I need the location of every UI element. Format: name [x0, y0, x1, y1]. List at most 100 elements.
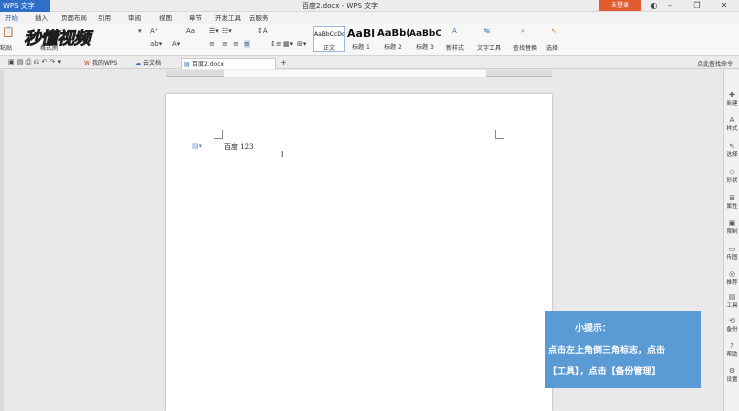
text-highlight-icon[interactable]: ab▾: [150, 40, 162, 48]
pane-backup-label: 备份: [726, 327, 738, 333]
menu-page-layout[interactable]: 页面布局: [61, 12, 87, 24]
menu-developer[interactable]: 开发工具: [215, 12, 241, 24]
tab-my-wps-label: 我的WPS: [92, 60, 118, 67]
font-color-icon[interactable]: A▾: [172, 40, 180, 48]
bullets-icon[interactable]: ☰▾: [209, 27, 219, 35]
pane-select[interactable]: ⇖ 选择: [724, 142, 739, 158]
recommend-icon: ◎: [728, 270, 736, 278]
select-pane-icon: ⇖: [729, 142, 735, 150]
pane-upload-image[interactable]: ▭ 传图: [724, 245, 739, 261]
numbering-icon[interactable]: ☷▾: [222, 27, 232, 35]
text-cursor-icon: I: [281, 150, 284, 159]
tab-cloud-docs[interactable]: ☁ 云文档: [133, 58, 161, 69]
align-center-icon[interactable]: ≡: [222, 40, 228, 48]
shapes-icon: ◇: [729, 168, 735, 176]
new-tab-icon[interactable]: +: [280, 58, 287, 67]
borders-icon[interactable]: ⊞▾: [297, 40, 306, 48]
right-task-pane: ✚ 新建 A 样式 ⇖ 选择 ◇ 形状 ≣ 属性 ▣ 限制 ▭ 传图 ◎ 推荐 ▤ 工具 ⟲ 备份 …: [723, 70, 739, 411]
close-icon[interactable]: ✕: [717, 0, 731, 12]
backup-icon: ⟲: [729, 317, 735, 325]
restore-icon[interactable]: ❐: [690, 0, 704, 12]
sort-icon[interactable]: ↕A: [257, 27, 268, 35]
pane-new-label: 新建: [726, 101, 738, 107]
pane-properties[interactable]: ≣ 属性: [724, 194, 739, 210]
login-button[interactable]: 未登录: [599, 0, 641, 11]
pane-restrict[interactable]: ▣ 限制: [724, 219, 739, 235]
menu-cloud[interactable]: 云服务: [249, 12, 269, 24]
menu-review[interactable]: 审阅: [128, 12, 141, 24]
style-heading-2[interactable]: AaBb( 标题 2: [377, 26, 409, 52]
grow-font-icon[interactable]: A⁺: [150, 27, 158, 35]
margin-corner-top-right: [495, 130, 504, 139]
style-normal[interactable]: AaBbCcDd 正文: [313, 26, 345, 52]
doc-icon: ▤: [184, 61, 190, 68]
pane-backup[interactable]: ⟲ 备份: [724, 317, 739, 333]
paste-icon[interactable]: 📋: [2, 27, 14, 38]
tip-line-1: 点击左上角倒三角标志，点击: [548, 346, 666, 356]
minimize-icon[interactable]: –: [663, 0, 677, 12]
new-style-icon[interactable]: A: [452, 27, 457, 35]
select-button[interactable]: 选择: [546, 43, 558, 52]
pane-shapes[interactable]: ◇ 形状: [724, 168, 739, 184]
find-replace-button[interactable]: 查找替换: [513, 43, 537, 52]
cloud-icon: ☁: [135, 60, 141, 67]
new-style-button[interactable]: 新样式: [446, 43, 464, 52]
pane-upload-label: 传图: [726, 255, 738, 261]
watermark-logo: 秒懂视频: [24, 29, 91, 50]
style-caption: 标题 2: [384, 44, 402, 51]
menu-view[interactable]: 视图: [159, 12, 172, 24]
menu-chapter[interactable]: 章节: [189, 12, 202, 24]
title-bar: WPS 文字 百度2.docx - WPS 文字 未登录 ◐ – ❐ ✕: [0, 0, 739, 12]
quick-access-icons[interactable]: ▣ ▤ ⎙ ⎌ ↶ ↷ ▾: [8, 58, 61, 67]
style-heading-3[interactable]: AaBbC 标题 3: [409, 26, 441, 52]
new-icon: ✚: [729, 91, 735, 99]
tip-line-2: 【工具】，点击【备份管理】: [548, 367, 661, 377]
find-replace-icon[interactable]: ⌕: [521, 27, 525, 36]
ribbon: 📋 粘贴 格式刷 ▾ A⁺ ab▾ A▾ Aa ☰▾ ☷▾ ≡ ≡ ≡ ≡ ↕A…: [0, 24, 739, 56]
pane-styles-label: 样式: [726, 126, 738, 132]
pane-new[interactable]: ✚ 新建: [724, 91, 739, 107]
skin-icon[interactable]: ◐: [647, 0, 661, 12]
vertical-ruler: [0, 70, 4, 411]
justify-icon[interactable]: ≡: [244, 40, 250, 48]
wps-icon: W: [84, 60, 90, 67]
pane-select-label: 选择: [726, 152, 738, 158]
pane-styles[interactable]: A 样式: [724, 116, 739, 132]
style-sample: AaBbC: [409, 29, 441, 39]
text-tools-icon[interactable]: ↹: [484, 27, 490, 35]
paste-button[interactable]: 粘贴: [0, 43, 12, 52]
pane-help-label: 帮助: [726, 352, 738, 358]
align-left-icon[interactable]: ≡: [209, 40, 215, 48]
window-title: 百度2.docx - WPS 文字: [302, 2, 379, 10]
document-text[interactable]: 百度 123: [224, 142, 254, 152]
styles-icon: A: [729, 116, 735, 124]
menu-references[interactable]: 引用: [98, 12, 111, 24]
tab-my-wps[interactable]: W 我的WPS: [82, 58, 117, 69]
pane-properties-label: 属性: [726, 204, 738, 210]
tip-box: 小提示： 点击左上角倒三角标志，点击 【工具】，点击【备份管理】: [545, 311, 701, 388]
select-icon[interactable]: ⇖: [551, 27, 557, 35]
pane-recommend[interactable]: ◎ 推荐: [724, 270, 739, 286]
app-menu-button[interactable]: WPS 文字: [0, 0, 50, 12]
ruler-text-area[interactable]: [224, 70, 486, 77]
restrict-icon: ▣: [728, 219, 736, 227]
tab-current-document[interactable]: ▤ 百度2.docx: [181, 58, 276, 69]
font-size-dropdown[interactable]: ▾: [138, 27, 142, 35]
command-search-hint[interactable]: 点此查找命令: [697, 59, 733, 68]
pane-tools[interactable]: ▤ 工具: [724, 293, 739, 309]
change-case-icon[interactable]: Aa: [186, 27, 195, 35]
tab-cloud-docs-label: 云文档: [143, 60, 162, 67]
pane-settings[interactable]: ⚙ 设置: [724, 367, 739, 383]
text-tools-button[interactable]: 文字工具: [477, 43, 501, 52]
pane-help[interactable]: ? 帮助: [724, 342, 739, 358]
style-heading-1[interactable]: AaBl 标题 1: [345, 26, 377, 52]
shading-icon[interactable]: ▦▾: [283, 40, 293, 48]
pane-restrict-label: 限制: [726, 229, 738, 235]
gear-icon: ⚙: [728, 367, 736, 375]
menu-insert[interactable]: 插入: [35, 12, 48, 24]
help-icon: ?: [730, 342, 734, 350]
tab-current-label: 百度2.docx: [192, 61, 225, 68]
paragraph-layout-icon[interactable]: ▤▾: [192, 142, 202, 150]
align-right-icon[interactable]: ≡: [233, 40, 239, 48]
line-spacing-icon[interactable]: ↕≡: [270, 40, 282, 48]
